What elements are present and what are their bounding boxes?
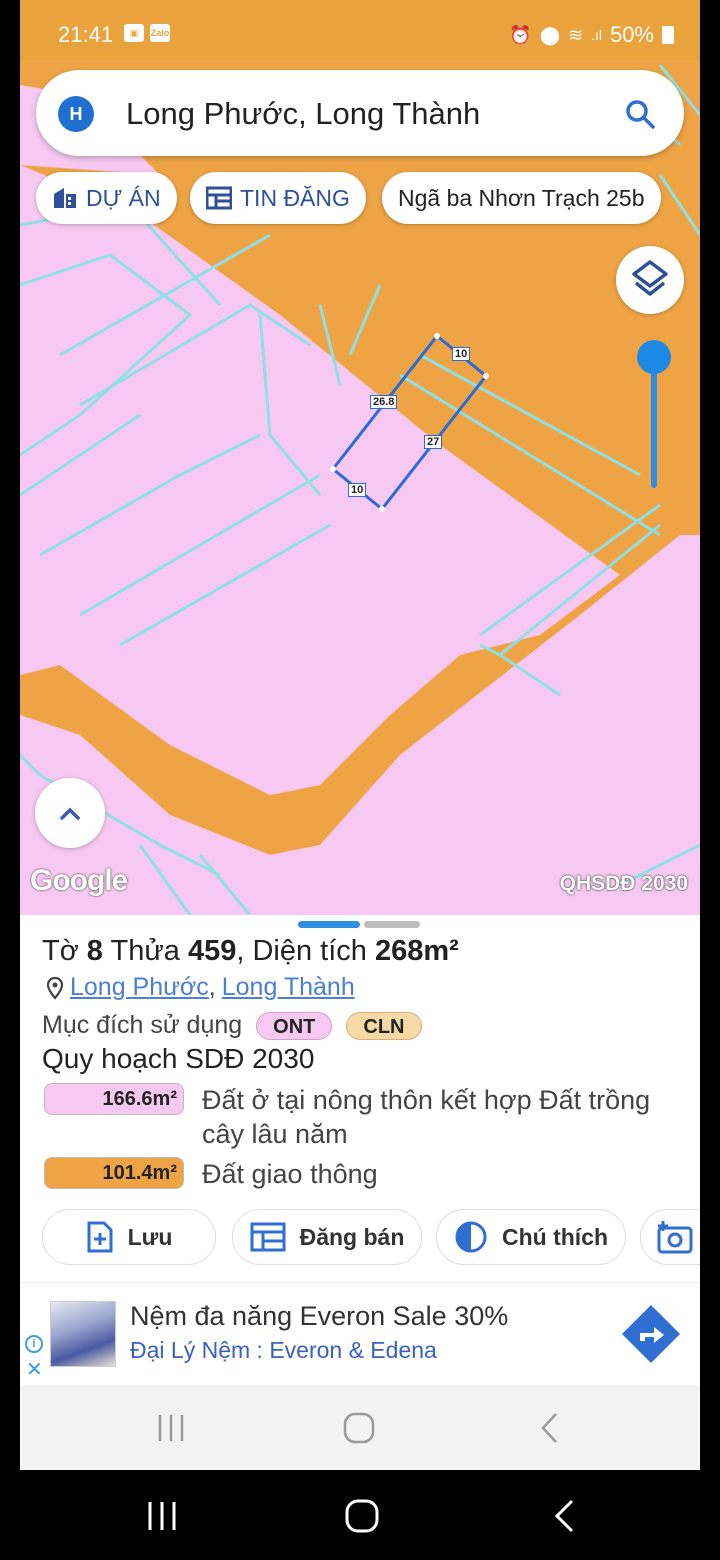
listing-icon (206, 186, 232, 210)
add-photo-icon (657, 1221, 693, 1254)
layers-icon (632, 260, 668, 296)
layers-button[interactable] (616, 246, 684, 314)
status-indicators: ⏰ ⬤ ≋ .ıl 50% (509, 22, 674, 48)
building-icon (54, 188, 76, 208)
alarm-icon: ⏰ (509, 24, 532, 45)
plan-area: 101.4m² (44, 1157, 184, 1189)
back-icon[interactable] (552, 1498, 578, 1534)
ad-info-icon[interactable]: i (25, 1335, 43, 1353)
back-icon[interactable] (538, 1411, 562, 1445)
plan-area: 166.6m² (44, 1083, 184, 1115)
gallery-icon: ▣ (124, 24, 144, 42)
action-label: Chú thích (501, 1223, 609, 1250)
sheet-prefix: Tờ (42, 935, 79, 967)
plan-description: Đất giao thông (202, 1159, 378, 1189)
home-icon[interactable] (344, 1498, 380, 1534)
address-district-link[interactable]: Long Thành (222, 973, 355, 1002)
recents-icon[interactable] (146, 1500, 178, 1532)
google-logo: Google (30, 864, 128, 897)
save-button[interactable]: Lưu (42, 1209, 216, 1265)
handle-active (298, 921, 360, 928)
battery-icon (662, 26, 674, 44)
status-bar: 21:41 ▣ Zalo ⏰ ⬤ ≋ .ıl 50% (20, 12, 700, 52)
address-separator: , (208, 973, 216, 1001)
system-navigation-bar (0, 1470, 720, 1560)
wifi-icon: ≋ (567, 24, 584, 45)
app-logo: H (58, 96, 94, 132)
purpose-row: Mục đích sử dụng ONT CLN (42, 1011, 422, 1040)
address-row: Long Phước, Long Thành (46, 973, 355, 1002)
legend-contrast-icon (455, 1221, 487, 1253)
location-pin-icon (46, 976, 64, 1000)
ad-thumbnail (50, 1301, 116, 1367)
plan-title: Quy hoạch SDĐ 2030 (42, 1043, 315, 1074)
handle-inactive (364, 921, 420, 928)
parcel-dim-label: 10 (348, 483, 367, 497)
opacity-slider[interactable] (637, 340, 671, 490)
zalo-icon: Zalo (150, 24, 170, 42)
action-label: Đăng bán (299, 1223, 405, 1250)
directions-icon[interactable] (620, 1303, 682, 1365)
app-navigation-bar (20, 1385, 700, 1470)
location-icon: ⬤ (539, 24, 560, 45)
ad-banner[interactable]: i ✕ Nệm đa năng Everon Sale 30% Đại Lý N… (20, 1282, 700, 1384)
chip-label: Ngã ba Nhơn Trạch 25b (398, 184, 645, 211)
area-label: , Diện tích (236, 935, 367, 967)
post-listing-icon (250, 1222, 286, 1252)
sheet-handle[interactable] (298, 921, 422, 929)
expand-button[interactable] (35, 778, 105, 848)
battery-level: 50% (609, 22, 654, 47)
lot-number: 459 (187, 935, 237, 967)
search-icon[interactable] (622, 96, 658, 132)
parcel-title: Tờ 8 Thửa 459, Diện tích 268m² (42, 935, 459, 968)
search-bar[interactable]: H Long Phước, Long Thành (36, 70, 684, 156)
ad-close-icon[interactable]: ✕ (26, 1357, 43, 1382)
chevron-up-icon (60, 807, 80, 820)
legend-button[interactable]: Chú thích (436, 1209, 626, 1265)
sheet-number: 8 (86, 935, 103, 967)
slider-knob[interactable] (637, 340, 671, 374)
lot-label: Thửa (110, 935, 180, 967)
purpose-tag-ont[interactable]: ONT (256, 1011, 333, 1040)
chip-place-suggestion[interactable]: Ngã ba Nhơn Trạch 25b (382, 172, 661, 224)
chip-tin-dang[interactable]: TIN ĐĂNG (190, 172, 366, 224)
parcel-dim-label: 10 (452, 347, 471, 361)
purpose-label: Mục đích sử dụng (42, 1011, 243, 1039)
app-screen: 10 26.8 27 10 21:41 ▣ Zalo ⏰ ⬤ ≋ .ıl 50%… (20, 0, 700, 1470)
add-photo-button[interactable] (640, 1209, 700, 1265)
status-time: 21:41 (58, 22, 114, 47)
ad-subtitle[interactable]: Đại Lý Nệm : Everon & Edena (130, 1337, 437, 1364)
map-source-label: QHSDĐ 2030 (559, 872, 688, 895)
action-label: Lưu (127, 1223, 173, 1250)
signal-icon: .ıl (591, 27, 602, 43)
chip-label: TIN ĐĂNG (240, 184, 350, 211)
home-icon[interactable] (342, 1411, 376, 1445)
address-commune-link[interactable]: Long Phước (70, 973, 209, 1002)
ad-title[interactable]: Nệm đa năng Everon Sale 30% (130, 1301, 508, 1332)
search-input[interactable]: Long Phước, Long Thành (126, 96, 480, 132)
recents-icon[interactable] (156, 1413, 186, 1443)
area-value: 268m² (374, 935, 459, 967)
parcel-dim-label: 27 (424, 435, 443, 449)
parcel-dim-label: 26.8 (370, 395, 398, 409)
plan-description: Đất ở tại nông thôn kết hợp Đất trồng câ… (202, 1085, 651, 1149)
post-listing-button[interactable]: Đăng bán (232, 1209, 422, 1265)
plan-item-transport: 101.4m² Đất giao thông (44, 1157, 672, 1191)
save-plus-icon (87, 1221, 113, 1253)
chip-label: DỰ ÁN (86, 184, 161, 211)
purpose-tag-cln[interactable]: CLN (346, 1011, 422, 1040)
phone-frame: 10 26.8 27 10 21:41 ▣ Zalo ⏰ ⬤ ≋ .ıl 50%… (0, 0, 720, 1560)
plan-item-residential: 166.6m² Đất ở tại nông thôn kết hợp Đất … (44, 1083, 672, 1151)
slider-track[interactable] (651, 370, 657, 488)
chip-du-an[interactable]: DỰ ÁN (36, 172, 177, 224)
